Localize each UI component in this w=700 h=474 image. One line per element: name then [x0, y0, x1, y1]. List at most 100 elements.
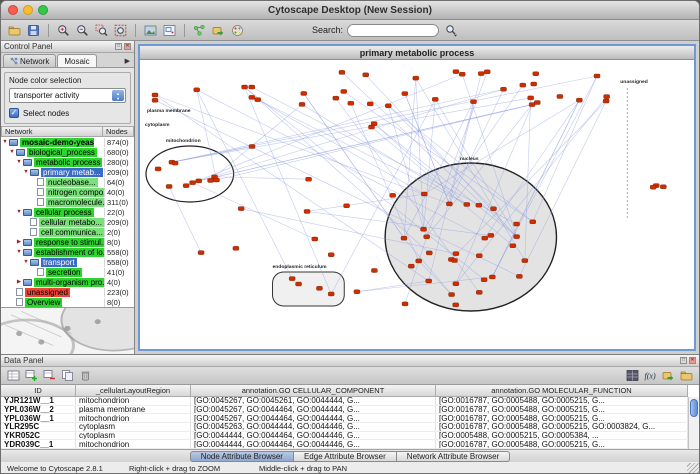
- tree-row[interactable]: nucleobase...64(0): [1, 177, 134, 187]
- cell-region[interactable]: mitochondrion: [76, 397, 191, 405]
- network-node[interactable]: [453, 252, 459, 256]
- tree-row[interactable]: cell communica...2(0): [1, 227, 134, 237]
- network-node[interactable]: [363, 73, 369, 77]
- network-node[interactable]: [426, 251, 432, 255]
- network-node[interactable]: [344, 204, 350, 208]
- network-canvas[interactable]: plasma membrane cytoplasm mitochondrion …: [140, 60, 694, 349]
- cell-molecular[interactable]: [GO:0016787, GO:0005488, GO:0005215, G..…: [436, 414, 688, 422]
- delete-attribute-icon[interactable]: [42, 368, 57, 383]
- network-node[interactable]: [341, 89, 347, 93]
- network-node[interactable]: [152, 98, 158, 102]
- cell-region[interactable]: plasma membrane: [76, 406, 191, 414]
- table-row[interactable]: YKR052Ccytoplasm[GO:0044444, GO:0044464,…: [1, 432, 688, 441]
- network-edge[interactable]: [172, 76, 597, 162]
- tree-row[interactable]: ▶multi-organism pro...4(0): [1, 277, 134, 287]
- network-node[interactable]: [299, 102, 305, 106]
- network-node[interactable]: [452, 259, 458, 263]
- function-builder-icon[interactable]: f(x): [643, 368, 658, 383]
- table-scrollbar[interactable]: [688, 397, 699, 449]
- network-node[interactable]: [660, 185, 666, 189]
- column-header-molecular-function[interactable]: annotation.GO MOLECULAR_FUNCTION: [436, 385, 688, 397]
- network-node[interactable]: [446, 202, 452, 206]
- network-node[interactable]: [408, 264, 414, 268]
- network-node[interactable]: [650, 185, 656, 189]
- mitochondrion-region[interactable]: [146, 146, 234, 202]
- network-node[interactable]: [233, 246, 239, 250]
- float-panel-icon[interactable]: □: [115, 43, 122, 50]
- network-node[interactable]: [316, 286, 322, 290]
- network-node[interactable]: [449, 293, 455, 297]
- zoom-fit-icon[interactable]: [112, 22, 129, 39]
- resize-grip[interactable]: [687, 463, 699, 474]
- network-node[interactable]: [301, 91, 307, 95]
- cell-cellular[interactable]: [GO:0044444, GO:0044464, GO:0044446, G..…: [191, 440, 436, 448]
- network-node[interactable]: [328, 292, 334, 296]
- cell-molecular[interactable]: [GO:0016787, GO:0005488, GO:0005215, G..…: [436, 406, 688, 414]
- node-color-attribute-select[interactable]: transporter activity ▲▼: [9, 88, 126, 103]
- save-session-icon[interactable]: [25, 22, 42, 39]
- table-row[interactable]: YPL036W__2plasma membrane[GO:0045267, GO…: [1, 406, 688, 415]
- network-node[interactable]: [401, 236, 407, 240]
- tree-row[interactable]: ▼metabolic process280(0): [1, 157, 134, 167]
- network-node[interactable]: [155, 167, 161, 171]
- close-panel-icon[interactable]: ✕: [124, 43, 131, 50]
- cell-cellular[interactable]: [GO:0045267, GO:0045261, GO:0044444, G..…: [191, 397, 436, 405]
- tab-network-attribute-browser[interactable]: Network Attribute Browser: [397, 451, 510, 462]
- cell-id[interactable]: YPL036W__1: [1, 414, 76, 422]
- network-node[interactable]: [312, 237, 318, 241]
- network-node[interactable]: [557, 94, 563, 98]
- network-node[interactable]: [166, 184, 172, 188]
- tree-row[interactable]: ▼cellular process22(0): [1, 207, 134, 217]
- network-node[interactable]: [339, 70, 345, 74]
- network-node[interactable]: [402, 92, 408, 96]
- network-node[interactable]: [194, 88, 200, 92]
- cell-region[interactable]: cytoplasm: [76, 423, 191, 431]
- network-node[interactable]: [249, 85, 255, 89]
- new-network-from-selection-icon[interactable]: [191, 22, 208, 39]
- network-node[interactable]: [453, 282, 459, 286]
- network-node[interactable]: [531, 82, 537, 86]
- network-node[interactable]: [514, 222, 520, 226]
- vizmapper-icon[interactable]: [229, 22, 246, 39]
- network-node[interactable]: [491, 207, 497, 211]
- network-node[interactable]: [453, 303, 459, 307]
- network-node[interactable]: [604, 95, 610, 99]
- network-node[interactable]: [304, 209, 310, 213]
- close-window-icon[interactable]: [8, 5, 18, 15]
- cell-region[interactable]: mitochondrion: [76, 414, 191, 422]
- tree-row[interactable]: ▼mosaic-demo-yeast874(0): [1, 137, 134, 147]
- network-node[interactable]: [421, 192, 427, 196]
- expand-arrow-icon[interactable]: ▶: [15, 279, 23, 285]
- network-node[interactable]: [482, 236, 488, 240]
- cell-region[interactable]: cytoplasm: [76, 432, 191, 440]
- network-node[interactable]: [196, 179, 202, 183]
- cell-molecular[interactable]: [GO:0016787, GO:0005488, GO:0005215, G..…: [436, 397, 688, 405]
- network-node[interactable]: [242, 85, 248, 89]
- table-row[interactable]: YLR295Ccytoplasm[GO:0045263, GO:0044444,…: [1, 423, 688, 432]
- network-node[interactable]: [484, 70, 490, 74]
- network-node[interactable]: [238, 207, 244, 211]
- tree-row[interactable]: ▼primary metab...209(0): [1, 167, 134, 177]
- network-node[interactable]: [183, 184, 189, 188]
- open-session-icon[interactable]: [6, 22, 23, 39]
- network-node[interactable]: [371, 122, 377, 126]
- network-node[interactable]: [530, 220, 536, 224]
- expand-arrow-icon[interactable]: ▼: [15, 159, 23, 165]
- network-node[interactable]: [514, 235, 520, 239]
- search-input[interactable]: [347, 24, 439, 37]
- select-nodes-checkbox[interactable]: ✓: [9, 108, 19, 118]
- tree-column-nodes[interactable]: Nodes: [102, 126, 134, 137]
- expand-arrow-icon[interactable]: ▼: [15, 249, 23, 255]
- close-panel-icon[interactable]: ✕: [689, 357, 696, 364]
- network-node[interactable]: [213, 178, 219, 182]
- expand-arrow-icon[interactable]: ▼: [22, 259, 30, 265]
- cell-id[interactable]: YDR039C__1: [1, 440, 76, 448]
- tree-row[interactable]: ▼biological_process680(0): [1, 147, 134, 157]
- import-table-icon[interactable]: [661, 368, 676, 383]
- trash-icon[interactable]: [78, 368, 93, 383]
- endoplasmic-reticulum-region[interactable]: [273, 272, 345, 306]
- network-node[interactable]: [481, 278, 487, 282]
- tab-overflow-icon[interactable]: ▶: [125, 57, 132, 67]
- search-config-icon[interactable]: [443, 22, 460, 39]
- tree-row[interactable]: macromolecule...311(0): [1, 197, 134, 207]
